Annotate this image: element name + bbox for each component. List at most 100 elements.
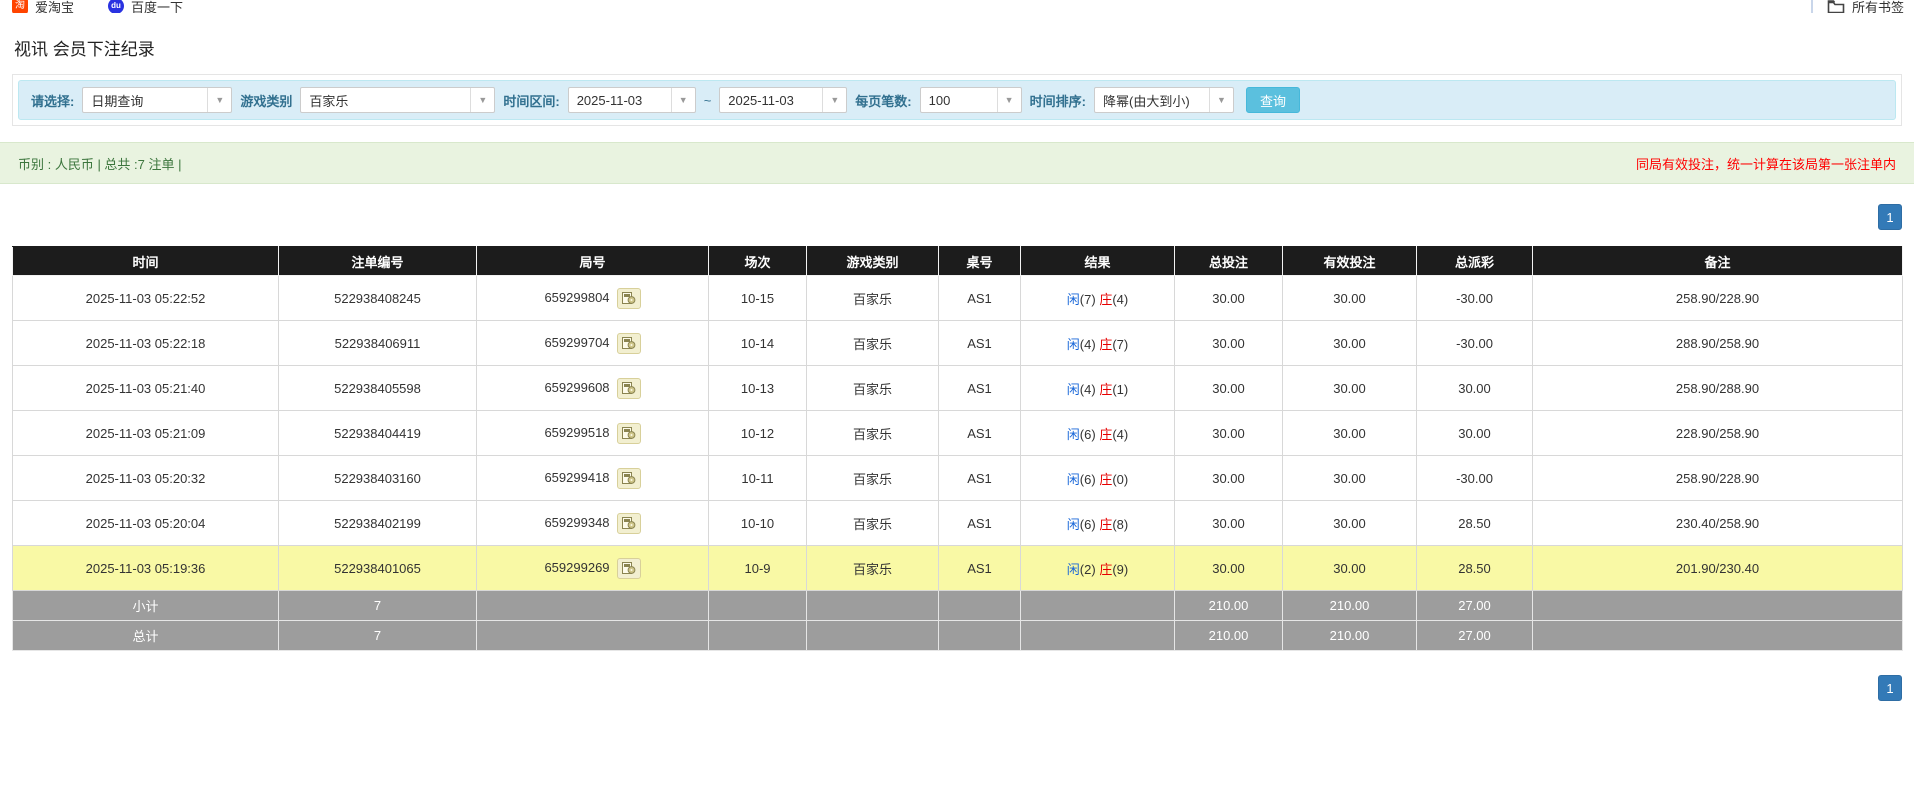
video-icon[interactable]: [616, 287, 641, 309]
cell-result: 闲(6) 庄(4): [1020, 410, 1175, 456]
cell-result: 闲(6) 庄(8): [1020, 500, 1175, 546]
column-header: 游戏类别: [806, 246, 939, 276]
cell-total-bet[interactable]: 30.00: [1174, 455, 1283, 501]
cell-round-number: 659299704: [476, 320, 709, 366]
video-icon[interactable]: [616, 557, 641, 579]
result-banker-count: (0): [1112, 471, 1129, 487]
cell-total-bet[interactable]: 30.00: [1174, 545, 1283, 591]
query-mode-select[interactable]: 日期查询 ▼: [82, 87, 233, 113]
summary-total-bet: 210.00: [1174, 590, 1283, 621]
cell-game-type: 百家乐: [806, 320, 939, 366]
result-player: 闲: [1066, 471, 1080, 487]
date-to-value: 2025-11-03: [728, 92, 794, 108]
cell-session: 10-10: [708, 500, 807, 546]
table-row: 2025-11-03 05:20:32 522938403160 6592994…: [12, 455, 1903, 501]
cell-note: 258.90/288.90: [1532, 365, 1903, 411]
bookmark-baidu[interactable]: du 百度一下: [108, 0, 183, 13]
bookmark-baidu-label: 百度一下: [131, 0, 184, 13]
bookmark-taobao[interactable]: 淘 爱淘宝: [12, 0, 74, 13]
all-bookmarks-button[interactable]: 所有书签: [1827, 0, 1904, 13]
cell-session: 10-14: [708, 320, 807, 366]
cell-total-bet[interactable]: 30.00: [1174, 275, 1283, 321]
baidu-icon: du: [108, 0, 125, 13]
cell-round-number: 659299348: [476, 500, 709, 546]
round-number: 659299418: [544, 469, 610, 485]
cell-result: 闲(4) 庄(7): [1020, 320, 1175, 366]
cell-total-bet[interactable]: 30.00: [1174, 365, 1283, 411]
result-player: 闲: [1066, 561, 1080, 577]
bookmarks-divider: [1810, 0, 1813, 13]
cell-total-bet[interactable]: 30.00: [1174, 500, 1283, 546]
cell-session: 10-11: [708, 455, 807, 501]
valid-bet-note: 同局有效投注，统一计算在该局第一张注单内: [1635, 156, 1896, 172]
cell-session: 10-12: [708, 410, 807, 456]
cell-round-number: 659299608: [476, 365, 709, 411]
result-player: 闲: [1066, 291, 1080, 307]
summary-empty: [1020, 620, 1175, 651]
currency-summary: 币别 : 人民币 | 总共 :7 注单 |: [18, 156, 182, 172]
video-icon[interactable]: [616, 467, 641, 489]
table-row: 2025-11-03 05:20:04 522938402199 6592993…: [12, 500, 1903, 546]
page-button[interactable]: 1: [1878, 204, 1902, 230]
summary-empty: [1532, 590, 1903, 621]
cell-note: 230.40/258.90: [1532, 500, 1903, 546]
date-from-input[interactable]: 2025-11-03 ▼: [567, 87, 696, 113]
cell-session: 10-13: [708, 365, 807, 411]
chevron-down-icon: ▼: [207, 88, 231, 112]
result-player-count: (6): [1079, 471, 1096, 487]
cell-total-bet[interactable]: 30.00: [1174, 320, 1283, 366]
cell-table-number: AS1: [938, 410, 1021, 456]
summary-label: 小计: [12, 590, 279, 621]
column-header: 总派彩: [1416, 246, 1533, 276]
all-bookmarks-label: 所有书签: [1851, 0, 1904, 13]
video-icon[interactable]: [616, 332, 641, 354]
page-button[interactable]: 1: [1878, 675, 1902, 701]
result-player: 闲: [1066, 516, 1080, 532]
cell-game-type: 百家乐: [806, 365, 939, 411]
cell-payout: -30.00: [1416, 320, 1533, 366]
cell-valid-bet: 30.00: [1282, 545, 1417, 591]
cell-note: 258.90/228.90: [1532, 275, 1903, 321]
cell-game-type: 百家乐: [806, 545, 939, 591]
search-button[interactable]: 查询: [1245, 87, 1300, 113]
table-row: 2025-11-03 05:19:36 522938401065 6592992…: [12, 545, 1903, 591]
round-number: 659299704: [544, 334, 610, 350]
result-banker-count: (4): [1112, 426, 1129, 442]
cell-game-type: 百家乐: [806, 275, 939, 321]
result-banker-count: (1): [1112, 381, 1129, 397]
column-header: 有效投注: [1282, 246, 1417, 276]
date-to-input[interactable]: 2025-11-03 ▼: [719, 87, 848, 113]
summary-payout: 27.00: [1416, 590, 1533, 621]
bookmark-taobao-label: 爱淘宝: [35, 0, 75, 13]
cell-time: 2025-11-03 05:21:40: [12, 365, 279, 411]
round-number: 659299348: [544, 514, 610, 530]
cell-bet-number: 522938402199: [278, 500, 477, 546]
table-header-row: 时间 注单编号 局号 场次 游戏类别 桌号 结果 总投注 有效投注 总派彩 备注: [12, 246, 1903, 276]
filter-bar: 请选择: 日期查询 ▼ 游戏类别 百家乐 ▼ 时间区间: 2025-11-03 …: [18, 80, 1896, 120]
video-icon[interactable]: [616, 422, 641, 444]
summary-empty: [476, 620, 709, 651]
cell-result: 闲(7) 庄(4): [1020, 275, 1175, 321]
per-page-select[interactable]: 100 ▼: [919, 87, 1022, 113]
video-icon[interactable]: [616, 377, 641, 399]
table-row: 2025-11-03 05:21:09 522938404419 6592995…: [12, 410, 1903, 456]
video-icon[interactable]: [616, 512, 641, 534]
per-page-label: 每页笔数:: [855, 93, 912, 109]
page-title: 视讯 会员下注纪录: [14, 40, 155, 59]
cell-valid-bet: 30.00: [1282, 275, 1417, 321]
chevron-down-icon: ▼: [1208, 88, 1233, 112]
cell-total-bet[interactable]: 30.00: [1174, 410, 1283, 456]
pagination-bottom: 1: [12, 675, 1902, 701]
cell-session: 10-9: [708, 545, 807, 591]
summary-total-bet: 210.00: [1174, 620, 1283, 651]
cell-time: 2025-11-03 05:21:09: [12, 410, 279, 456]
summary-empty: [1020, 590, 1175, 621]
sort-select[interactable]: 降幂(由大到小) ▼: [1093, 87, 1234, 113]
cell-bet-number: 522938404419: [278, 410, 477, 456]
game-type-select[interactable]: 百家乐 ▼: [300, 87, 496, 113]
game-type-value: 百家乐: [309, 93, 349, 109]
chevron-down-icon: ▼: [670, 88, 695, 112]
result-player-count: (4): [1079, 336, 1096, 352]
cell-result: 闲(2) 庄(9): [1020, 545, 1175, 591]
cell-note: 201.90/230.40: [1532, 545, 1903, 591]
